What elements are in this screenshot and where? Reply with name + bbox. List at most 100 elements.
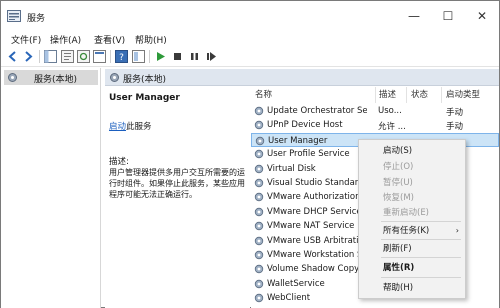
export-icon[interactable] bbox=[93, 50, 106, 63]
menu-separator bbox=[381, 221, 461, 222]
service-startup-type: 手动 bbox=[446, 122, 464, 133]
service-name: Virtual Disk bbox=[267, 163, 316, 174]
pause-icon[interactable] bbox=[188, 50, 201, 63]
refresh-icon[interactable] bbox=[77, 50, 90, 63]
column-divider[interactable] bbox=[406, 87, 407, 103]
toolbar-separator bbox=[110, 50, 111, 63]
service-description: Uso... bbox=[378, 106, 402, 116]
back-icon[interactable] bbox=[6, 50, 19, 63]
service-startup-type: 手动 bbox=[446, 108, 464, 118]
toolbar-separator bbox=[149, 50, 150, 63]
context-menu-item[interactable]: 启动(S) bbox=[359, 144, 465, 158]
context-menu-item-label: 所有任务(K) bbox=[383, 226, 430, 236]
minimize-button[interactable]: — bbox=[397, 1, 431, 31]
context-menu-item[interactable]: 刷新(F) bbox=[359, 242, 465, 256]
service-name: VMware Authorization bbox=[267, 192, 361, 203]
service-name: Volume Shadow Copy bbox=[267, 264, 360, 275]
service-name: User Manager bbox=[268, 135, 328, 146]
context-menu-item-label: 帮助(H) bbox=[383, 283, 414, 293]
column-status[interactable]: 状态 bbox=[411, 87, 428, 103]
console-tree: 服务(本地) bbox=[1, 68, 101, 308]
play-icon[interactable] bbox=[154, 50, 167, 63]
service-gear-icon bbox=[254, 221, 264, 231]
service-gear-icon bbox=[254, 164, 264, 174]
service-gear-icon bbox=[254, 120, 264, 130]
properties-icon[interactable] bbox=[61, 50, 74, 63]
service-name: VMware NAT Service bbox=[267, 221, 355, 232]
forward-icon[interactable] bbox=[22, 50, 35, 63]
column-startup-type[interactable]: 启动类型 bbox=[446, 87, 480, 103]
service-gear-icon bbox=[254, 279, 264, 289]
gear-icon bbox=[8, 73, 17, 82]
service-gear-icon bbox=[254, 149, 264, 159]
toolbar: ? bbox=[1, 47, 499, 67]
view-icon[interactable] bbox=[132, 50, 145, 63]
service-gear-icon bbox=[254, 178, 264, 188]
menu-action[interactable]: 操作(A) bbox=[50, 33, 81, 46]
service-name: Update Orchestrator Ser... bbox=[267, 106, 367, 116]
stop-icon[interactable] bbox=[171, 50, 184, 63]
service-name: Visual Studio Standard bbox=[267, 178, 364, 188]
service-name: WalletService bbox=[267, 278, 325, 289]
menu-help[interactable]: 帮助(H) bbox=[135, 33, 167, 46]
context-menu-item[interactable]: 所有任务(K) › bbox=[359, 224, 465, 238]
context-menu-item[interactable]: 暂停(U) bbox=[359, 176, 465, 190]
context-menu-item[interactable]: 恢复(M) bbox=[359, 191, 465, 205]
start-service-link[interactable]: 启动 bbox=[109, 122, 126, 132]
service-gear-icon bbox=[254, 250, 264, 260]
service-gear-icon bbox=[254, 236, 264, 246]
service-gear-icon bbox=[254, 207, 264, 217]
toolbar-separator bbox=[39, 50, 40, 63]
context-menu-item[interactable]: 帮助(H) bbox=[359, 281, 465, 295]
menu-file[interactable]: 文件(F) bbox=[11, 33, 41, 46]
description-label: 描述: bbox=[109, 157, 129, 167]
maximize-button[interactable]: ☐ bbox=[431, 1, 465, 31]
context-menu: 启动(S) 停止(O) 暂停(U) 恢复(M) 重新启动(E) 所有任务(K) › 刷新(F)… bbox=[358, 139, 466, 299]
service-action: 启动此服务 bbox=[109, 120, 152, 132]
description-pane: User Manager 启动此服务 描述: 用户管理器提供多用户交互所需要的运… bbox=[105, 87, 250, 308]
console-tree-icon[interactable] bbox=[44, 50, 57, 63]
context-menu-item-label: 属性(R) bbox=[383, 263, 415, 273]
context-menu-item-label: 停止(O) bbox=[383, 162, 414, 172]
window-title: 服务 bbox=[27, 14, 46, 24]
column-name[interactable]: 名称 bbox=[255, 87, 272, 103]
context-menu-item[interactable]: 重新启动(E) bbox=[359, 206, 465, 220]
service-gear-icon bbox=[254, 264, 264, 274]
context-menu-item[interactable]: 停止(O) bbox=[359, 160, 465, 174]
context-menu-item-label: 恢复(M) bbox=[383, 193, 414, 203]
tree-item-label: 服务(本地) bbox=[34, 75, 78, 85]
service-name: VMware DHCP Service bbox=[267, 206, 362, 217]
service-row[interactable]: Update Orchestrator Ser... Uso... 手动 bbox=[251, 104, 499, 119]
description-text: 用户管理器提供多用户交互所需要的运行时组件。如果停止此服务，某些应用程序可能无法… bbox=[109, 168, 245, 199]
pane-header-label: 服务(本地) bbox=[123, 75, 167, 85]
context-menu-item[interactable]: 属性(R) bbox=[359, 261, 465, 275]
service-name: User Profile Service bbox=[267, 149, 350, 160]
service-gear-icon bbox=[255, 136, 265, 146]
context-menu-item-label: 启动(S) bbox=[383, 146, 413, 156]
pane-header: 服务(本地) bbox=[105, 69, 499, 86]
service-gear-icon bbox=[254, 106, 264, 116]
action-suffix: 此服务 bbox=[126, 122, 152, 132]
column-description[interactable]: 描述 bbox=[379, 87, 396, 103]
column-divider[interactable] bbox=[375, 87, 376, 103]
column-divider[interactable] bbox=[441, 87, 442, 103]
submenu-arrow-icon: › bbox=[455, 226, 459, 235]
menu-separator bbox=[381, 239, 461, 240]
context-menu-item-label: 重新启动(E) bbox=[383, 208, 430, 218]
menu-separator bbox=[381, 257, 461, 258]
menu-view[interactable]: 查看(V) bbox=[94, 33, 125, 46]
service-name: VMware Workstation S bbox=[267, 250, 363, 260]
menu-separator bbox=[381, 277, 461, 278]
help-icon[interactable]: ? bbox=[115, 50, 128, 63]
service-gear-icon bbox=[254, 192, 264, 202]
service-name: VMware USB Arbitratic bbox=[267, 235, 364, 246]
tree-item-services-local[interactable]: 服务(本地) bbox=[4, 70, 98, 85]
close-button[interactable]: ✕ bbox=[465, 1, 499, 31]
service-name: WebClient bbox=[267, 293, 311, 304]
service-title: User Manager bbox=[109, 93, 180, 103]
restart-icon[interactable] bbox=[205, 50, 218, 63]
title-bar[interactable]: 服务 — ☐ ✕ bbox=[1, 1, 499, 31]
services-window: 服务 — ☐ ✕ 文件(F) 操作(A) 查看(V) 帮助(H) ? 服务(本地… bbox=[0, 0, 500, 308]
context-menu-item-label: 暂停(U) bbox=[383, 178, 413, 188]
service-row[interactable]: UPnP Device Host 允许 ... 手动 bbox=[251, 118, 499, 133]
